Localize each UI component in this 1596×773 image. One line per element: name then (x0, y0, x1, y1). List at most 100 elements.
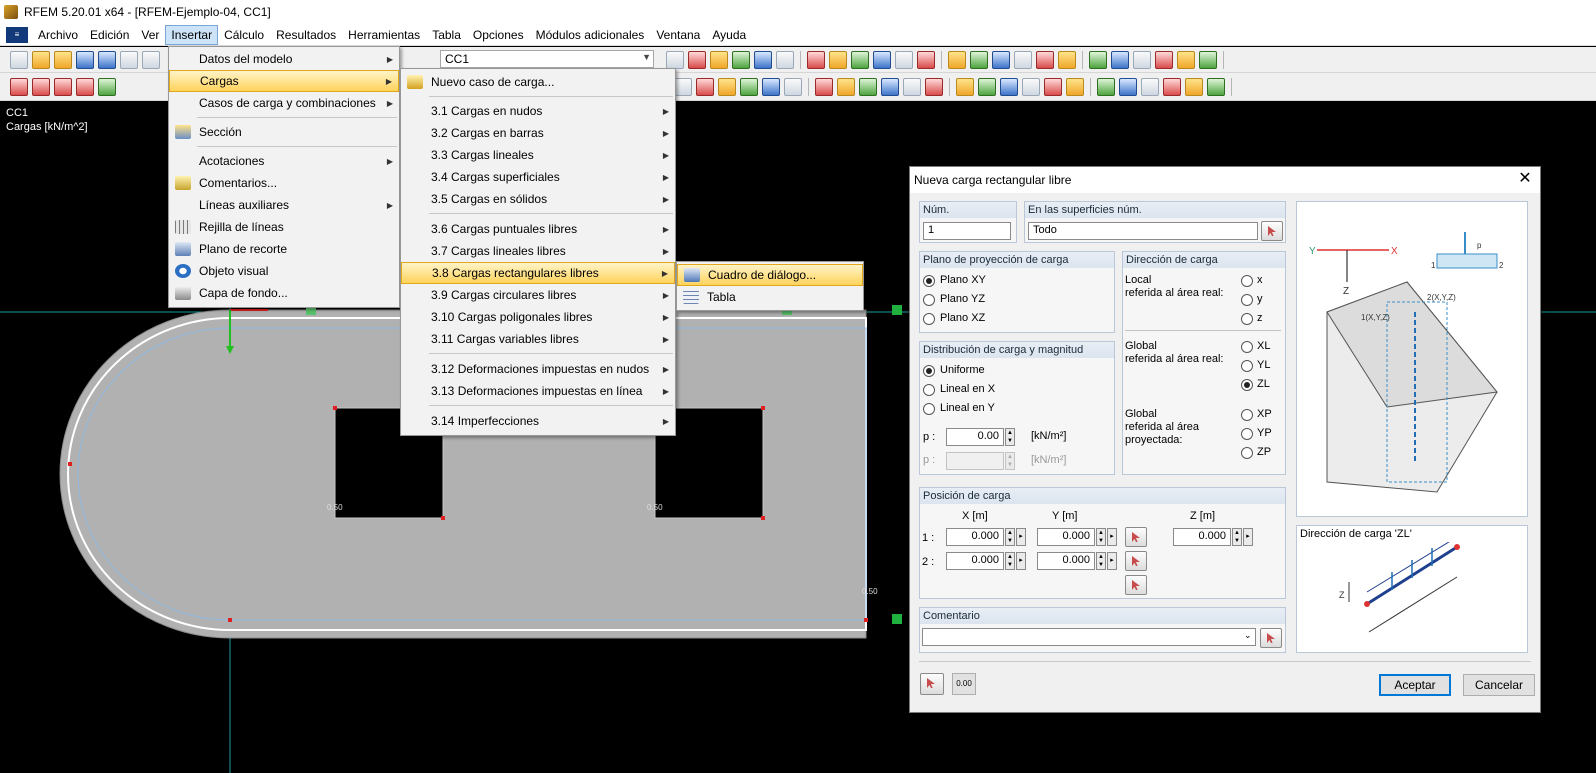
p-spinner[interactable]: ▲ ▼ (1005, 428, 1015, 446)
menu-item-lineales-libres[interactable]: 3.7 Cargas lineales libres ▶ (401, 240, 675, 262)
view-tool-icon[interactable] (1199, 51, 1217, 69)
view-tool-icon[interactable] (873, 51, 891, 69)
menu-item-cargas[interactable]: Cargas ▶ (169, 70, 399, 92)
view-tool-icon[interactable] (1089, 51, 1107, 69)
menu-item-deformaciones-linea[interactable]: 3.13 Deformaciones impuestas en línea ▶ (401, 380, 675, 402)
menu-item-casos-carga[interactable]: Casos de carga y combinaciones ▶ (169, 92, 399, 114)
menu-insertar[interactable]: Insertar (165, 24, 219, 45)
menu-calculo[interactable]: Cálculo (218, 25, 270, 45)
view-tool-icon[interactable] (851, 51, 869, 69)
edit-tool-icon[interactable] (718, 78, 736, 96)
radio-dir-yp[interactable] (1241, 428, 1253, 440)
view-tool-icon[interactable] (970, 51, 988, 69)
edit-tool-icon[interactable] (1022, 78, 1040, 96)
radio-dir-zl[interactable] (1241, 379, 1253, 391)
open-model-icon[interactable] (54, 50, 72, 69)
generate-icon[interactable] (98, 77, 116, 96)
menu-modulos[interactable]: Módulos adicionales (530, 25, 651, 45)
pick-surfaces-button[interactable] (1261, 221, 1283, 241)
menu-item-cargas-solidos[interactable]: 3.5 Cargas en sólidos ▶ (401, 188, 675, 210)
edit-tool-icon[interactable] (1000, 78, 1018, 96)
menu-item-puntuales-libres[interactable]: 3.6 Cargas puntuales libres ▶ (401, 218, 675, 240)
y2-input[interactable]: 0.000 (1037, 552, 1095, 570)
view-tool-icon[interactable] (754, 51, 772, 69)
view-tool-icon[interactable] (1036, 51, 1054, 69)
radio-lineal-x[interactable] (923, 384, 935, 396)
radio-lineal-y[interactable] (923, 403, 935, 415)
units-button[interactable]: 0.00 (952, 673, 976, 695)
node[interactable] (228, 618, 232, 622)
menu-herramientas[interactable]: Herramientas (342, 25, 426, 45)
comment-input[interactable] (922, 628, 1256, 646)
radio-dir-zp[interactable] (1241, 447, 1253, 459)
new-file-icon[interactable] (10, 50, 28, 69)
edit-tool-icon[interactable] (1044, 78, 1062, 96)
edit-tool-icon[interactable] (674, 78, 692, 96)
y1-spinner[interactable]: ▲ ▼ (1096, 528, 1106, 546)
menu-item-plano-recorte[interactable]: Plano de recorte (169, 238, 399, 260)
menu-ayuda[interactable]: Ayuda (706, 25, 752, 45)
edit-tool-icon[interactable] (1066, 78, 1084, 96)
node[interactable] (68, 462, 72, 466)
x1-arrow-icon[interactable]: ▸ (1016, 528, 1026, 546)
edit-tool-icon[interactable] (859, 78, 877, 96)
edit-tool-icon[interactable] (1119, 78, 1137, 96)
edit-tool-icon[interactable] (925, 78, 943, 96)
edit-tool-icon[interactable] (740, 78, 758, 96)
menu-item-comentarios[interactable]: Comentarios... (169, 172, 399, 194)
menu-item-rejilla[interactable]: Rejilla de líneas (169, 216, 399, 238)
radio-dir-y[interactable] (1241, 294, 1253, 306)
pick-both-points-button[interactable] (1125, 575, 1147, 595)
menu-item-imperfecciones[interactable]: 3.14 Imperfecciones ▶ (401, 410, 675, 432)
radio-dir-x[interactable] (1241, 275, 1253, 287)
radio-dir-xp[interactable] (1241, 409, 1253, 421)
view-tool-icon[interactable] (917, 51, 935, 69)
line-load-icon[interactable] (32, 77, 50, 96)
help-button[interactable] (920, 673, 944, 695)
menu-resultados[interactable]: Resultados (270, 25, 342, 45)
radio-plano-yz[interactable] (923, 294, 935, 306)
view-tool-icon[interactable] (948, 51, 966, 69)
view-tool-icon[interactable] (710, 51, 728, 69)
y1-arrow-icon[interactable]: ▸ (1107, 528, 1117, 546)
menu-item-cuadro-dialogo[interactable]: Cuadro de diálogo... (677, 264, 863, 286)
menu-item-deformaciones-nudos[interactable]: 3.12 Deformaciones impuestas en nudos ▶ (401, 358, 675, 380)
ok-button[interactable]: Aceptar (1379, 674, 1451, 696)
close-icon[interactable]: ✕ (1516, 170, 1534, 188)
member-load-icon[interactable] (54, 77, 72, 96)
view-tool-icon[interactable] (1155, 51, 1173, 69)
view-tool-icon[interactable] (807, 51, 825, 69)
radio-dir-z[interactable] (1241, 313, 1253, 325)
menu-edicion[interactable]: Edición (84, 25, 135, 45)
z1-input[interactable]: 0.000 (1173, 528, 1231, 546)
view-tool-icon[interactable] (1111, 51, 1129, 69)
node[interactable] (333, 406, 337, 410)
menu-item-tabla[interactable]: Tabla (677, 286, 863, 308)
view-tool-icon[interactable] (1014, 51, 1032, 69)
edit-tool-icon[interactable] (956, 78, 974, 96)
edit-tool-icon[interactable] (978, 78, 996, 96)
z1-arrow-icon[interactable]: ▸ (1243, 528, 1253, 546)
edit-tool-icon[interactable] (837, 78, 855, 96)
menu-archivo[interactable]: Archivo (32, 25, 84, 45)
radio-plano-xy[interactable] (923, 275, 935, 287)
node[interactable] (761, 406, 765, 410)
menu-opciones[interactable]: Opciones (467, 25, 530, 45)
radio-dir-xl[interactable] (1241, 341, 1253, 353)
x1-spinner[interactable]: ▲ ▼ (1005, 528, 1015, 546)
view-tool-icon[interactable] (732, 51, 750, 69)
edit-tool-icon[interactable] (1207, 78, 1225, 96)
x2-input[interactable]: 0.000 (946, 552, 1004, 570)
node[interactable] (864, 618, 868, 622)
view-tool-icon[interactable] (829, 51, 847, 69)
x2-arrow-icon[interactable]: ▸ (1016, 552, 1026, 570)
menu-item-variables-libres[interactable]: 3.11 Cargas variables libres ▶ (401, 328, 675, 350)
save-icon[interactable] (98, 50, 116, 69)
edit-tool-icon[interactable] (903, 78, 921, 96)
radio-uniforme[interactable] (923, 365, 935, 377)
edit-tool-icon[interactable] (1185, 78, 1203, 96)
menu-item-cargas-nudos[interactable]: 3.1 Cargas en nudos ▶ (401, 100, 675, 122)
view-tool-icon[interactable] (992, 51, 1010, 69)
p-input[interactable]: 0.00 (946, 428, 1004, 446)
menu-item-cargas-superficiales[interactable]: 3.4 Cargas superficiales ▶ (401, 166, 675, 188)
